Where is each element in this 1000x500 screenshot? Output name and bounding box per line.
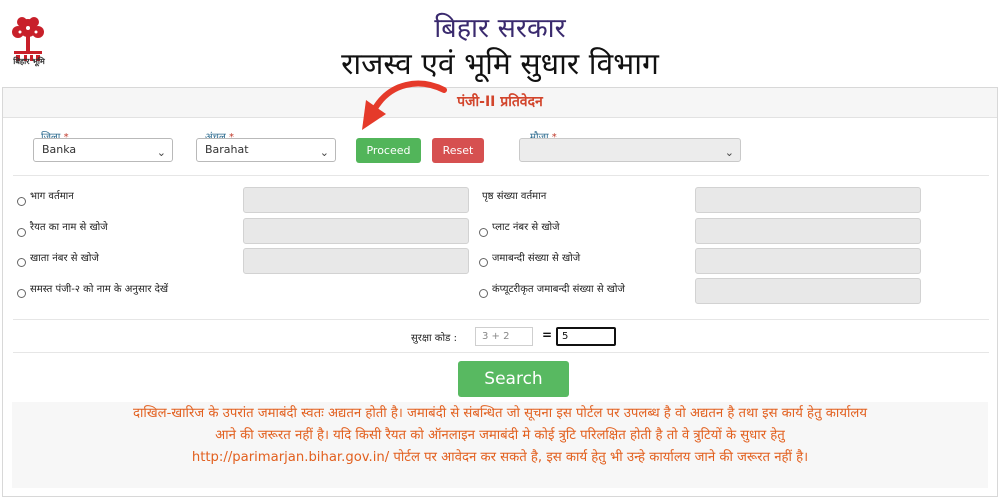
raiyat-name-input[interactable]	[243, 218, 469, 244]
page-number-input[interactable]	[695, 187, 921, 213]
department-title: राजस्व एवं भूमि सुधार विभाग	[341, 47, 659, 82]
radio-bhag-vartaman[interactable]	[17, 197, 26, 206]
notice-line-2: आने की जरूरत नहीं है। यदि किसी रैयत को ऑ…	[215, 428, 785, 443]
page: बिहार भूमि बिहार सरकार राजस्व एवं भूमि स…	[0, 0, 1000, 500]
radio-all-register-by-name[interactable]	[17, 289, 26, 298]
radio-computerized-jamabandi[interactable]	[479, 289, 488, 298]
radio-plot-number[interactable]	[479, 228, 488, 237]
plot-number-input[interactable]	[695, 218, 921, 244]
notice-text: दाखिल-खारिज के उपरांत जमाबंदी स्वतः अद्य…	[12, 402, 988, 488]
divider	[13, 352, 989, 353]
notice-line-3: http://parimarjan.bihar.gov.in/ पोर्टल प…	[191, 450, 809, 465]
computerized-jamabandi-input[interactable]	[695, 278, 921, 304]
notice-line-1: दाखिल-खारिज के उपरांत जमाबंदी स्वतः अद्य…	[133, 406, 867, 421]
divider	[13, 319, 989, 320]
option-label: समस्त पंजी-२ को नाम के अनुसार देखें	[30, 284, 169, 295]
mauja-select[interactable]: ⌄	[519, 138, 741, 162]
panel-heading: पंजी-II प्रतिवेदन	[3, 88, 997, 118]
option-label: पृष्ठ संख्या वर्तमान	[482, 191, 547, 202]
captcha-question: 3 + 2	[475, 327, 533, 346]
government-title: बिहार सरकार	[434, 13, 566, 44]
chevron-down-icon: ⌄	[724, 146, 734, 159]
divider	[13, 175, 989, 176]
district-selected-value: Banka	[42, 143, 77, 156]
captcha-answer-input[interactable]: 5	[556, 327, 616, 346]
chevron-down-icon: ⌄	[156, 146, 166, 159]
curved-arrow-icon	[362, 80, 447, 130]
captcha-equals: =	[542, 328, 553, 342]
option-label: भाग वर्तमान	[30, 191, 74, 202]
radio-jamabandi-number[interactable]	[479, 258, 488, 267]
option-label: रैयत का नाम से खोजे	[30, 222, 108, 233]
circle-selected-value: Barahat	[205, 143, 249, 156]
chevron-down-icon: ⌄	[319, 146, 329, 159]
radio-khata-number[interactable]	[17, 258, 26, 267]
option-label: जमाबन्दी संख्या से खोजे	[492, 253, 581, 264]
security-code-label: सुरक्षा कोड :	[411, 333, 457, 344]
option-label: खाता नंबर से खोजे	[30, 253, 99, 264]
radio-raiyat-name[interactable]	[17, 228, 26, 237]
search-button[interactable]: Search	[458, 361, 569, 397]
bhag-vartaman-input[interactable]	[243, 187, 469, 213]
option-label: प्लाट नंबर से खोजे	[492, 222, 560, 233]
circle-select[interactable]: Barahat ⌄	[196, 138, 336, 162]
option-label: कंप्यूटरीकृत जमाबन्दी संख्या से खोजे	[492, 284, 625, 295]
district-select[interactable]: Banka ⌄	[33, 138, 173, 162]
khata-number-input[interactable]	[243, 248, 469, 274]
jamabandi-number-input[interactable]	[695, 248, 921, 274]
